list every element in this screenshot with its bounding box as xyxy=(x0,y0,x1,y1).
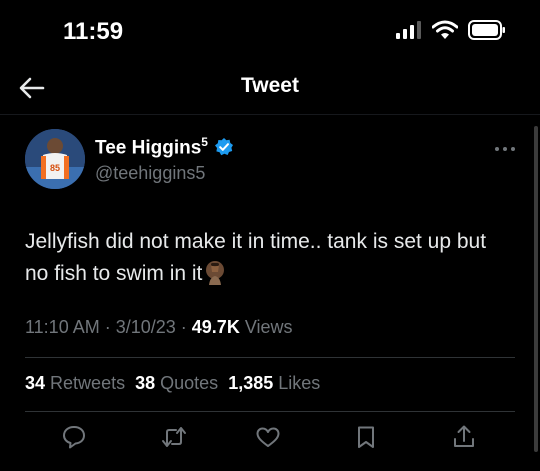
views-label: Views xyxy=(244,317,293,337)
status-icons xyxy=(396,20,506,40)
action-bar xyxy=(25,424,515,454)
scrollbar[interactable] xyxy=(534,126,538,452)
stats-divider xyxy=(25,411,515,412)
wifi-icon xyxy=(432,20,458,39)
tweet-date: 3/10/23 xyxy=(115,317,176,337)
battery-icon xyxy=(468,20,505,40)
like-icon[interactable] xyxy=(255,424,281,450)
status-time: 11:59 xyxy=(63,18,124,45)
quotes-count: 38 xyxy=(135,373,156,393)
quotes-stat[interactable]: 38 Quotes xyxy=(135,373,218,394)
quotes-label: Quotes xyxy=(160,373,219,393)
avatar[interactable]: 85 xyxy=(25,129,85,189)
facepalm-emoji-icon xyxy=(206,261,225,285)
meta-divider xyxy=(25,357,515,358)
engagement-stats: 34 Retweets 38 Quotes 1,385 Likes xyxy=(25,373,320,394)
likes-label: Likes xyxy=(278,373,321,393)
meta-separator: · xyxy=(175,317,192,337)
tweet-time: 11:10 AM xyxy=(25,317,100,337)
likes-stat[interactable]: 1,385 Likes xyxy=(228,373,320,394)
verified-badge-icon xyxy=(214,138,233,156)
author-name: Tee Higgins5 xyxy=(95,135,208,159)
header-divider xyxy=(0,114,540,115)
retweets-label: Retweets xyxy=(50,373,126,393)
view-count: 49.7K xyxy=(191,317,240,337)
svg-text:85: 85 xyxy=(50,163,60,173)
retweets-count: 34 xyxy=(25,373,46,393)
tweet-meta: 11:10 AM · 3/10/23 · 49.7K Views xyxy=(25,317,293,338)
top-nav: Tweet xyxy=(0,62,540,114)
reply-icon[interactable] xyxy=(61,424,87,450)
more-icon[interactable] xyxy=(494,146,516,152)
author-handle[interactable]: @teehiggins5 xyxy=(95,163,205,184)
bookmark-icon[interactable] xyxy=(353,424,379,450)
share-icon[interactable] xyxy=(451,424,477,450)
retweet-icon[interactable] xyxy=(161,424,187,450)
retweets-stat[interactable]: 34 Retweets xyxy=(25,373,125,394)
meta-separator: · xyxy=(99,317,116,337)
tweet-body: Jellyfish did not make it in time.. tank… xyxy=(25,230,487,285)
page-title: Tweet xyxy=(241,74,299,97)
author-name-superscript: 5 xyxy=(201,135,208,149)
status-bar: 11:59 xyxy=(0,0,540,62)
tweet-text: Jellyfish did not make it in time.. tank… xyxy=(25,226,505,290)
cellular-signal-icon xyxy=(396,21,421,39)
likes-count: 1,385 xyxy=(228,373,274,393)
author-name-row[interactable]: Tee Higgins5 xyxy=(95,135,234,159)
